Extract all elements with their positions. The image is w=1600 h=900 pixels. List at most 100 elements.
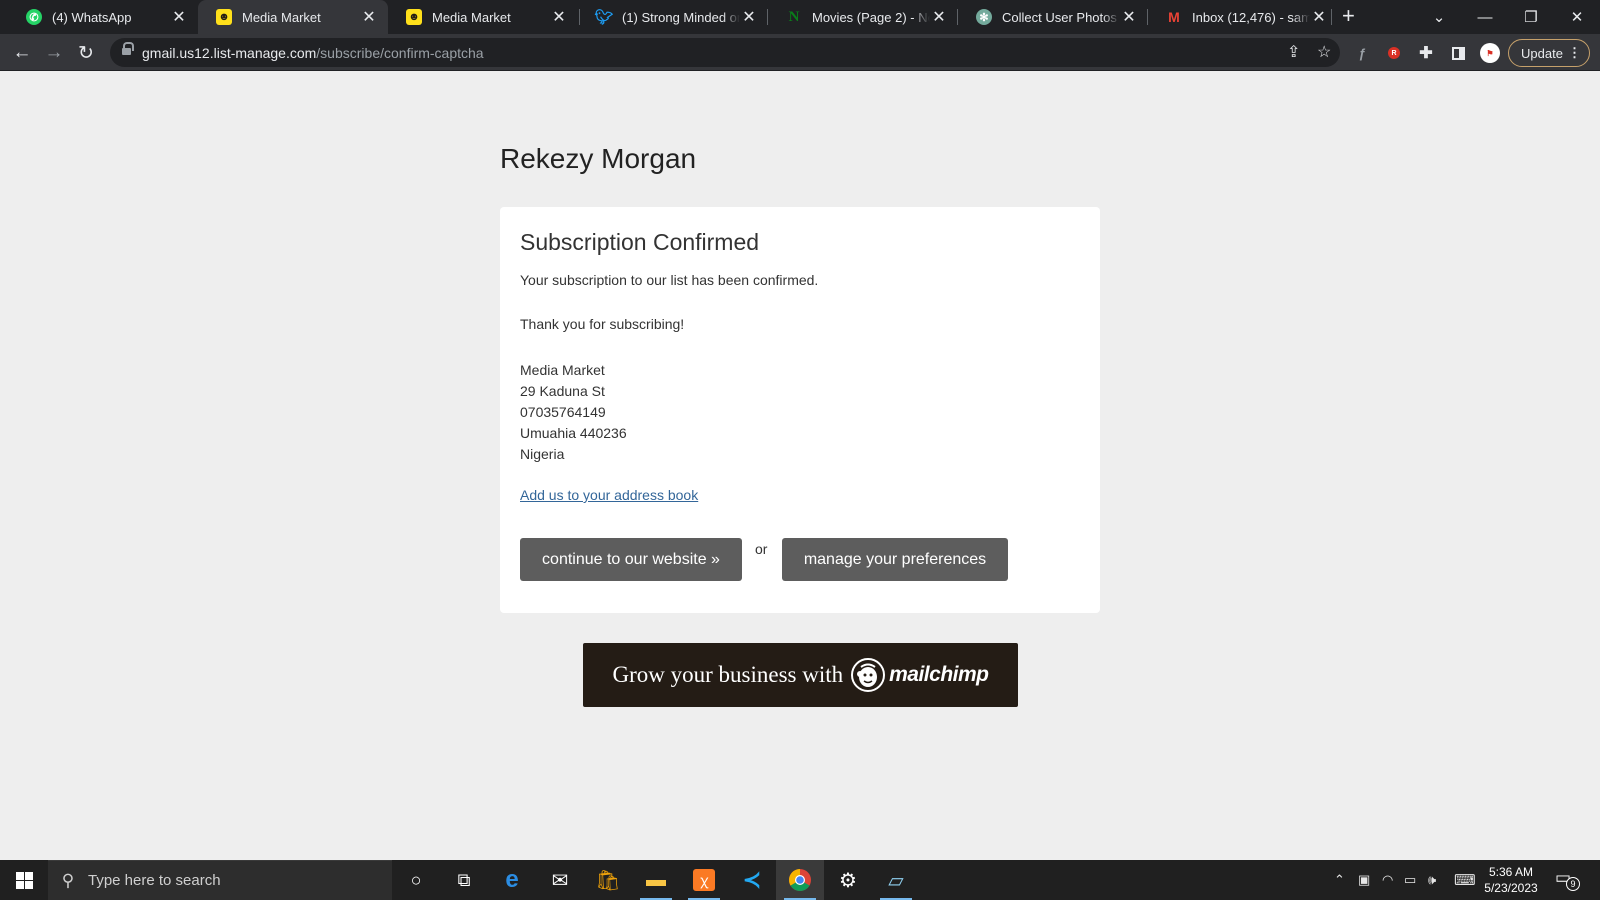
confirmation-card: Subscription Confirmed Your subscription… (500, 207, 1100, 613)
forward-button[interactable]: → (40, 39, 68, 67)
url-path: /subscribe/confirm-captcha (316, 45, 484, 61)
keyboard-icon[interactable]: ⌨ (1454, 860, 1476, 900)
vscode-icon[interactable]: ≺ (728, 860, 776, 900)
tab-title: (1) Strong Minded on T (622, 9, 740, 25)
tab-netnaija[interactable]: N Movies (Page 2) - Netn ✕ (768, 0, 958, 34)
search-icon: ⚲ (61, 870, 75, 890)
address-line: Nigeria (520, 446, 565, 462)
chatgpt-icon: ✻ (976, 9, 992, 25)
tab-separator (1331, 9, 1332, 25)
back-button[interactable]: ← (8, 39, 36, 67)
mailchimp-icon: ☻ (216, 9, 232, 25)
taskbar-search-input[interactable]: ⚲ Type here to search (48, 860, 392, 900)
meet-now-icon[interactable]: ▣ (1358, 860, 1370, 900)
file-explorer-icon[interactable]: ▬ (632, 860, 680, 900)
xampp-icon[interactable]: ꭓ (680, 860, 728, 900)
more-menu-icon: ⋮ (1568, 45, 1581, 60)
chrome-icon[interactable] (776, 860, 824, 900)
add-to-address-book-link[interactable]: Add us to your address book (520, 487, 698, 503)
tab-strip: ✆ (4) WhatsApp ✕ ☻ Media Market ✕ ☻ Medi… (0, 0, 1600, 34)
show-hidden-icons[interactable]: ⌃ (1334, 860, 1345, 900)
close-tab-icon[interactable]: ✕ (170, 7, 188, 27)
cortana-icon[interactable]: ○ (392, 860, 440, 900)
volume-icon[interactable]: 🕪︎ (1428, 860, 1436, 900)
tab-media-market-active[interactable]: ☻ Media Market ✕ (198, 0, 388, 34)
update-label: Update (1521, 45, 1563, 61)
edge-icon[interactable]: e (488, 860, 536, 900)
tab-title: Movies (Page 2) - Netn (812, 9, 930, 25)
search-placeholder: Type here to search (88, 872, 221, 889)
extensions-puzzle-icon[interactable]: ✚ (1416, 43, 1436, 63)
restore-button[interactable]: ❐ (1508, 0, 1554, 34)
profile-avatar[interactable]: ⚑ (1480, 43, 1500, 63)
thanks-message: Thank you for subscribing! (520, 316, 685, 332)
tab-whatsapp[interactable]: ✆ (4) WhatsApp ✕ (8, 0, 198, 34)
toolbar-divider (0, 70, 1600, 71)
address-line: 29 Kaduna St (520, 383, 605, 399)
close-tab-icon[interactable]: ✕ (360, 7, 378, 27)
lock-icon[interactable] (122, 42, 134, 57)
minimize-button[interactable]: — (1462, 0, 1508, 34)
banner-brand: mailchimp (889, 663, 989, 686)
address-line: Media Market (520, 362, 605, 378)
start-button[interactable] (0, 860, 48, 900)
tab-twitter[interactable]: 🐦︎ (1) Strong Minded on T ✕ (578, 0, 768, 34)
close-window-button[interactable]: ✕ (1554, 0, 1600, 34)
action-center-icon[interactable]: ▭ 9 (1555, 868, 1580, 892)
url-domain: gmail.us12.list-manage.com (142, 45, 317, 61)
mailchimp-freddie-icon (851, 658, 886, 692)
gmail-icon: M (1168, 9, 1180, 25)
bookmark-star-icon[interactable]: ☆ (1317, 42, 1331, 62)
tab-chatgpt[interactable]: ✻ Collect User Photos ✕ (958, 0, 1148, 34)
close-tab-icon[interactable]: ✕ (740, 7, 758, 27)
netnaija-icon: N (788, 8, 800, 25)
tab-media-market[interactable]: ☻ Media Market ✕ (388, 0, 578, 34)
windows-taskbar: ⚲ Type here to search ○ ⧉ e ✉ 🛍︎ ▬ ꭓ ≺ ⚙… (0, 860, 1600, 900)
page-title: Rekezy Morgan (500, 143, 697, 174)
battery-icon[interactable]: ▭ (1404, 860, 1416, 900)
mail-icon[interactable]: ✉ (536, 860, 584, 900)
extension-record-icon[interactable]: R (1384, 43, 1404, 63)
mailchimp-banner[interactable]: Grow your business with mailchimp (583, 643, 1018, 707)
clock-time: 5:36 AM (1488, 865, 1534, 879)
close-tab-icon[interactable]: ✕ (1310, 7, 1328, 27)
settings-icon[interactable]: ⚙ (824, 860, 872, 900)
postal-address: Media Market 29 Kaduna St 07035764149 Um… (520, 360, 627, 465)
wifi-icon[interactable]: ◠ (1382, 860, 1393, 900)
continue-to-website-button[interactable]: continue to our website » (520, 538, 742, 581)
store-icon[interactable]: 🛍︎ (584, 860, 632, 900)
close-tab-icon[interactable]: ✕ (550, 7, 568, 27)
extension-feather-icon[interactable]: ƒ (1352, 43, 1372, 63)
address-bar[interactable]: gmail.us12.list-manage.com/subscribe/con… (110, 38, 1340, 67)
manage-preferences-button[interactable]: manage your preferences (782, 538, 1008, 581)
tab-title: Collect User Photos (1002, 9, 1117, 25)
tab-title: Media Market (242, 9, 321, 25)
notepad-icon[interactable]: ▱ (872, 860, 920, 900)
or-separator: or (755, 541, 768, 557)
address-line: 07035764149 (520, 404, 606, 420)
tab-title: Inbox (12,476) - samuel (1192, 9, 1310, 25)
browser-toolbar: ← → ↻ gmail.us12.list-manage.com/subscri… (0, 34, 1600, 71)
twitter-icon: 🐦︎ (594, 9, 614, 26)
windows-logo-icon (15, 871, 33, 889)
side-panel-icon[interactable] (1448, 43, 1468, 63)
share-icon[interactable]: ⇪ (1287, 42, 1300, 62)
confirmation-heading: Subscription Confirmed (520, 229, 760, 255)
tab-title: (4) WhatsApp (52, 9, 132, 25)
taskbar-clock[interactable]: 5:36 AM 5/23/2023 (1476, 864, 1546, 896)
close-tab-icon[interactable]: ✕ (930, 7, 948, 27)
notification-badge: 9 (1566, 877, 1580, 891)
new-tab-button[interactable]: + (1342, 5, 1355, 27)
tab-gmail[interactable]: M Inbox (12,476) - samuel ✕ (1148, 0, 1338, 34)
reload-button[interactable]: ↻ (72, 39, 100, 67)
close-tab-icon[interactable]: ✕ (1120, 7, 1138, 27)
chrome-logo-icon (789, 869, 811, 891)
tab-search-icon[interactable]: ⌄ (1416, 0, 1462, 34)
url-text[interactable]: gmail.us12.list-manage.com/subscribe/con… (142, 45, 484, 61)
confirmed-message: Your subscription to our list has been c… (520, 272, 819, 288)
tab-title: Media Market (432, 9, 511, 25)
banner-text: Grow your business with (612, 662, 844, 687)
update-button[interactable]: Update ⋮ (1508, 39, 1590, 67)
address-line: Umuahia 440236 (520, 425, 627, 441)
task-view-icon[interactable]: ⧉ (440, 860, 488, 900)
